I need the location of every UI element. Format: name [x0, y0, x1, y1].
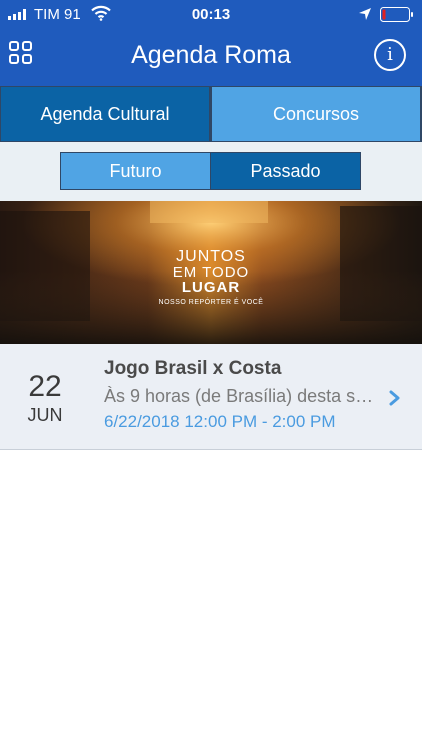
battery-low-icon	[380, 7, 413, 22]
page-title: Agenda Roma	[131, 41, 291, 69]
tab-futuro[interactable]: Futuro	[60, 152, 211, 190]
tab-concursos[interactable]: Concursos	[212, 87, 420, 141]
event-month: JUN	[27, 405, 63, 425]
list-item[interactable]: 22 JUN Jogo Brasil x Costa Às 9 horas (d…	[0, 344, 422, 450]
tab-agenda-cultural[interactable]: Agenda Cultural	[1, 87, 209, 141]
time-filter-bar: Futuro Passado	[0, 142, 422, 201]
promo-banner[interactable]: JUNTOS EM TODO LUGAR NOSSO REPÓRTER É VO…	[0, 201, 422, 344]
event-description: Às 9 horas (de Brasília) desta s…	[104, 386, 374, 406]
main-tabs: Agenda Cultural Concursos	[0, 86, 422, 142]
banner-line-3: LUGAR	[181, 279, 241, 296]
chevron-right-icon	[389, 390, 400, 406]
tab-passado[interactable]: Passado	[210, 152, 361, 190]
app-header: TIM 91 00:13 Agenda Roma i	[0, 0, 422, 86]
event-date-range: 6/22/2018 12:00 PM - 2:00 PM	[104, 412, 336, 431]
event-day: 22	[28, 370, 62, 403]
status-bar: TIM 91 00:13	[0, 0, 422, 28]
info-icon[interactable]: i	[374, 39, 406, 71]
banner-tagline: NOSSO REPÓRTER É VOCÊ	[158, 299, 264, 306]
navigation-bar: Agenda Roma i	[0, 28, 422, 84]
location-arrow-icon	[359, 8, 371, 20]
event-title: Jogo Brasil x Costa	[104, 358, 282, 379]
